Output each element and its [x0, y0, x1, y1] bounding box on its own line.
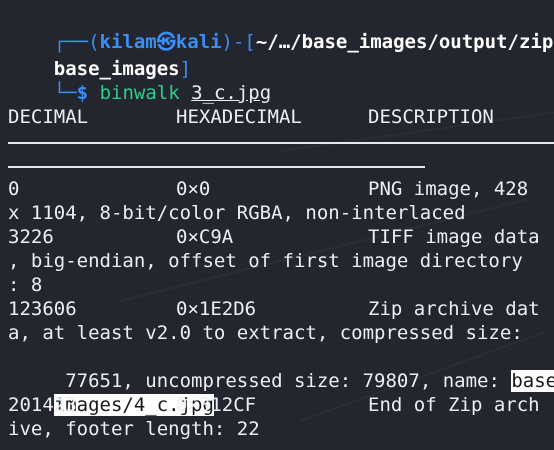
prompt-line: ┌──(kilam㉿kali)-[~/…/base_images/output/…	[8, 6, 554, 53]
row-description: Zip archive dat	[368, 298, 540, 320]
row-hex: 0×0	[176, 178, 211, 200]
row-description: End of Zip arch	[368, 394, 540, 416]
prompt-separator: )-[	[221, 31, 256, 53]
row-hex: 0×312CF	[176, 394, 257, 416]
row-hex: 0×1E2D6	[176, 298, 257, 320]
header-separator-line2	[8, 166, 425, 168]
row-description-wrap: images/4_c.jpg	[8, 369, 214, 416]
row-decimal: 3226	[8, 226, 54, 248]
row-description-wrap: a, at least v2.0 to extract, compressed …	[8, 322, 523, 344]
prompt-path: ~/…/base_images/output/zip/	[255, 31, 554, 53]
header-decimal: DECIMAL	[8, 106, 89, 128]
row-description-wrap: x 1104, 8-bit/color RGBA, non-interlaced	[8, 202, 466, 224]
command-name: binwalk	[99, 82, 180, 104]
row-decimal: 201423	[8, 394, 77, 416]
terminal-window[interactable]: ┌──(kilam㉿kali)-[~/…/base_images/output/…	[0, 0, 554, 450]
row-description-wrap: 77651, uncompressed size: 79807, name: b…	[8, 345, 554, 392]
command-line[interactable]: └─$ binwalk 3_c.jpg	[8, 57, 271, 104]
prompt-path-wrap: base_images]	[8, 33, 191, 80]
row-decimal: 0	[8, 178, 20, 200]
row-description-wrap: : 8	[8, 274, 43, 296]
header-description: DESCRIPTION	[368, 106, 494, 128]
header-separator-line1	[8, 142, 554, 144]
command-argument: 3_c.jpg	[191, 82, 272, 104]
header-hexadecimal: HEXADECIMAL	[176, 106, 302, 128]
row-description-wrap: ive, footer length: 22	[8, 418, 260, 440]
row-description: TIFF image data	[368, 226, 540, 248]
prompt-dollar: $	[76, 82, 89, 104]
selected-text[interactable]: base_	[511, 370, 554, 392]
row-description-wrap: , big-endian, offset of first image dire…	[8, 250, 523, 272]
row-description: PNG image, 428	[368, 178, 529, 200]
row-hex: 0×C9A	[176, 226, 234, 248]
prompt-corner-bottom: └─	[53, 82, 77, 104]
row-decimal: 123606	[8, 298, 77, 320]
